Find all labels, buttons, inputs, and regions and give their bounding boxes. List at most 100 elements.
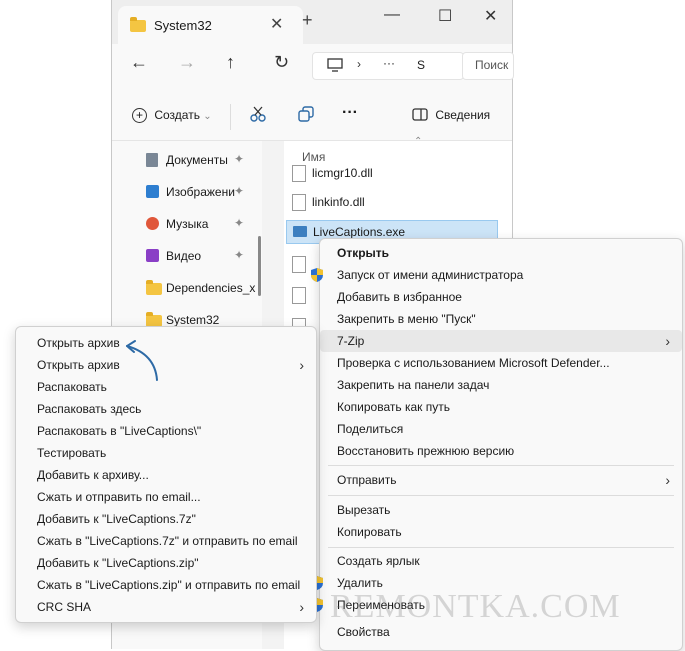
menu-item-pin-start[interactable]: Закрепить в меню "Пуск" bbox=[320, 308, 682, 330]
menu-item-7zip[interactable]: 7-Zip › bbox=[320, 330, 682, 352]
menu-item-label: Распаковать bbox=[37, 380, 107, 394]
chevron-right-icon: › bbox=[357, 57, 361, 71]
toolbar-divider bbox=[230, 104, 231, 130]
menu-item-run-as-admin[interactable]: Запуск от имени администратора bbox=[311, 264, 682, 286]
file-row[interactable]: linkinfo.dll bbox=[286, 191, 496, 213]
search-placeholder: Поиск bbox=[475, 58, 509, 72]
submenu-item-crc-sha[interactable]: CRC SHA › bbox=[16, 596, 316, 618]
tab-close-button[interactable]: ✕ bbox=[270, 14, 283, 34]
menu-item-label: Добавить к "LiveCaptions.7z" bbox=[37, 512, 196, 526]
folder-icon bbox=[130, 17, 146, 32]
maximize-button[interactable]: ☐ bbox=[438, 6, 452, 26]
menu-item-defender-scan[interactable]: Проверка с использованием Microsoft Defe… bbox=[320, 352, 682, 374]
nav-item-label: Изображени bbox=[166, 185, 235, 199]
menu-item-label: Отправить bbox=[337, 473, 397, 487]
menu-item-create-shortcut[interactable]: Создать ярлык bbox=[320, 550, 682, 572]
copy-icon[interactable] bbox=[298, 106, 314, 122]
nav-item-music[interactable]: Музыка ✦ bbox=[146, 214, 271, 234]
back-button[interactable]: ← bbox=[130, 52, 148, 73]
minimize-button[interactable]: — bbox=[384, 6, 400, 24]
submenu-item-extract-here[interactable]: Распаковать здесь bbox=[16, 398, 316, 420]
menu-item-copy[interactable]: Копировать bbox=[320, 521, 682, 543]
submenu-item-7z-email[interactable]: Сжать в "LiveCaptions.7z" и отправить по… bbox=[16, 530, 316, 552]
annotation-arrow-icon bbox=[126, 340, 158, 381]
menu-item-label: Тестировать bbox=[37, 446, 107, 460]
menu-item-label: Закрепить в меню "Пуск" bbox=[337, 312, 476, 326]
submenu-item-extract-to[interactable]: Распаковать в "LiveCaptions\" bbox=[16, 420, 316, 442]
pin-icon: ✦ bbox=[234, 184, 245, 198]
submenu-item-compress-email[interactable]: Сжать и отправить по email... bbox=[16, 486, 316, 508]
menu-item-restore-version[interactable]: Восстановить прежнюю версию bbox=[320, 440, 682, 462]
nav-item-label: Документы bbox=[166, 153, 228, 167]
menu-item-pin-taskbar[interactable]: Закрепить на панели задач bbox=[320, 374, 682, 396]
breadcrumb-ellipsis[interactable]: ··· bbox=[383, 56, 395, 70]
submenu-item-extract[interactable]: Распаковать bbox=[16, 376, 316, 398]
search-input[interactable]: Поиск bbox=[462, 52, 514, 80]
chevron-right-icon: › bbox=[299, 357, 304, 373]
chevron-right-icon: › bbox=[665, 472, 670, 488]
exe-file-icon bbox=[293, 226, 307, 237]
nav-item-video[interactable]: Видео ✦ bbox=[146, 246, 271, 266]
details-button[interactable]: Сведения bbox=[412, 108, 490, 122]
menu-item-open[interactable]: Открыть bbox=[320, 242, 682, 264]
pin-icon: ✦ bbox=[234, 248, 245, 262]
menu-item-label: 7-Zip bbox=[337, 334, 365, 348]
forward-button[interactable]: → bbox=[178, 52, 196, 73]
submenu-item-add-7z[interactable]: Добавить к "LiveCaptions.7z" bbox=[16, 508, 316, 530]
menu-item-label: Копировать как путь bbox=[337, 400, 450, 414]
nav-item-dependencies[interactable]: Dependencies_x bbox=[146, 278, 271, 298]
more-options-button[interactable]: ··· bbox=[342, 104, 358, 122]
file-row[interactable]: licmgr10.dll bbox=[286, 162, 496, 184]
submenu-item-add-zip[interactable]: Добавить к "LiveCaptions.zip" bbox=[16, 552, 316, 574]
menu-item-add-favorites[interactable]: Добавить в избранное bbox=[320, 286, 682, 308]
nav-item-label: Dependencies_x bbox=[166, 281, 256, 295]
submenu-item-open-archive-more[interactable]: Открыть архив › bbox=[16, 354, 316, 376]
up-button[interactable]: ↑ bbox=[226, 52, 235, 73]
documents-icon bbox=[146, 153, 158, 167]
file-name: LiveCaptions.exe bbox=[313, 225, 406, 239]
refresh-button[interactable]: ↻ bbox=[274, 52, 289, 73]
zip-submenu: Открыть архив Открыть архив › Распаковат… bbox=[15, 326, 317, 623]
submenu-item-zip-email[interactable]: Сжать в "LiveCaptions.zip" и отправить п… bbox=[16, 574, 316, 596]
nav-item-label: Видео bbox=[166, 249, 202, 263]
new-tab-button[interactable]: + bbox=[302, 10, 313, 31]
close-button[interactable]: ✕ bbox=[484, 6, 497, 26]
video-icon bbox=[146, 249, 159, 262]
details-pane-icon bbox=[412, 108, 428, 121]
file-name: licmgr10.dll bbox=[312, 166, 373, 180]
menu-item-label: Сжать в "LiveCaptions.7z" и отправить по… bbox=[37, 534, 298, 548]
menu-item-label: Открыть bbox=[337, 246, 390, 260]
pictures-icon bbox=[146, 185, 159, 198]
menu-item-send-to[interactable]: Отправить › bbox=[320, 469, 682, 491]
menu-item-label: Распаковать здесь bbox=[37, 402, 142, 416]
chevron-right-icon: › bbox=[299, 599, 304, 615]
details-label: Сведения bbox=[435, 108, 491, 122]
dll-file-icon bbox=[292, 165, 306, 182]
file-icon bbox=[292, 256, 306, 273]
submenu-item-open-archive[interactable]: Открыть архив bbox=[16, 332, 316, 354]
menu-separator bbox=[328, 495, 674, 496]
menu-item-label: Создать ярлык bbox=[337, 554, 420, 568]
menu-item-label: Вырезать bbox=[337, 503, 391, 517]
tab-system32[interactable]: System32 ✕ bbox=[118, 6, 303, 44]
menu-item-label: CRC SHA bbox=[37, 600, 92, 614]
cut-icon[interactable] bbox=[250, 106, 266, 122]
watermark: REMONTKA.COM bbox=[330, 588, 621, 625]
nav-item-documents[interactable]: Документы ✦ bbox=[146, 150, 271, 170]
menu-item-copy-path[interactable]: Копировать как путь bbox=[320, 396, 682, 418]
submenu-item-add-to-archive[interactable]: Добавить к архиву... bbox=[16, 464, 316, 486]
nav-item-pictures[interactable]: Изображени ✦ bbox=[146, 182, 271, 202]
menu-item-cut[interactable]: Вырезать bbox=[320, 499, 682, 521]
address-field[interactable]: › ··· S bbox=[312, 52, 464, 80]
menu-item-label: Открыть архив bbox=[37, 358, 120, 372]
menu-item-label: Проверка с использованием Microsoft Defe… bbox=[337, 356, 610, 370]
submenu-item-test[interactable]: Тестировать bbox=[16, 442, 316, 464]
menu-item-label: Поделиться bbox=[337, 422, 404, 436]
breadcrumb-current[interactable]: S bbox=[417, 58, 425, 72]
menu-item-share[interactable]: Поделиться bbox=[320, 418, 682, 440]
file-icon bbox=[292, 287, 306, 304]
file-name: linkinfo.dll bbox=[312, 195, 365, 209]
computer-icon bbox=[327, 58, 343, 72]
menu-separator bbox=[328, 465, 674, 466]
create-button[interactable]: + Создать ⌄ bbox=[132, 108, 212, 123]
